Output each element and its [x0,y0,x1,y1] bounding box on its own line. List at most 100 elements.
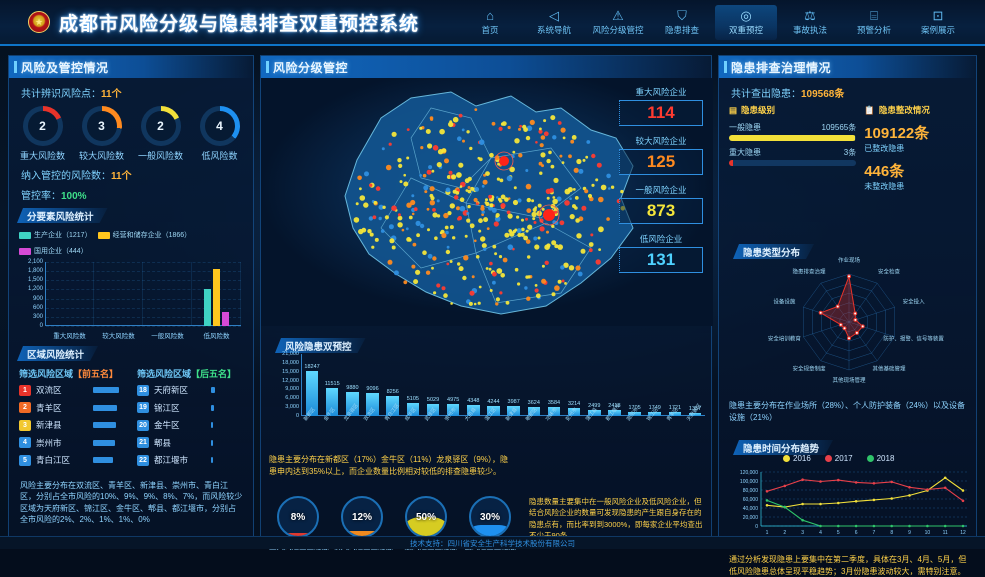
radar-axis-label: 其他基础管理 [872,365,906,373]
bar-ytick: 2,100 [27,259,43,265]
nav-item-label: 预警分析 [856,24,891,35]
risk-counters: 重大风险企业 114 较大风险企业 125 一般风险企业 873 低风险企业 1… [619,86,703,282]
shield-icon: ⛉ [677,7,687,23]
radar-axis-label: 作业现场 [838,256,861,264]
radar-note: 隐患主要分布在作业场所（28%）、个人防护装备（24%）以及设备设施（21%） [729,401,966,422]
legend-dot [866,455,874,462]
legend-item-0: 生产企业（1217） [19,230,92,240]
region-bar [211,457,213,463]
bar-ytick: 1,200 [27,286,43,293]
region-row[interactable]: 4 崇州市 [19,437,129,449]
nav-item-0[interactable]: ⌂ 首页 [459,5,521,40]
region-bottom-title-text: 筛选风险区域 [137,369,192,379]
legend-dot [783,455,790,462]
region-top-col: 筛选风险区域【前五名】 1 双流区 2 青羊区 3 新津县 4 崇州市 5 青白… [19,367,129,472]
region-rank: 22 [137,454,149,466]
level-value: 109565条 [821,123,857,132]
nav-item-2[interactable]: ⚠ 风险分级管控 [587,5,649,40]
region-bar [93,457,113,463]
nav-item-4[interactable]: ◎ 双重预控 [715,4,777,40]
home-icon: ⌂ [486,7,494,23]
line-svg: 120,000 100,000 80,000 60,000 40,000 20,… [740,470,967,536]
hazard-inspection-panel: 隐患排查治理情况 共计查出隐患：109568条 ▤ 隐患级别 一般隐患 10956… [718,55,977,576]
nav-item-7[interactable]: ⊡ 案例展示 [907,5,969,40]
nav-item-5[interactable]: ⚖ 事故执法 [779,5,841,40]
risk-total-value: 11个 [101,89,122,100]
bar-ytick: 300 [32,313,43,320]
document-icon: ⊡ [932,7,944,23]
hazard-total-line: 共计查出隐患：109568条 [719,78,976,100]
region-top-title: 筛选风险区域【前五名】 [19,367,129,380]
level-bar [729,160,733,166]
region-name: 天府新区 [154,385,189,395]
region-row[interactable]: 19 锦江区 [137,402,247,414]
ring-label: 低风险数 [201,151,238,161]
gauge-note: 隐患数量主要集中在一般风险企业及低风险企业，但结合风险企业的数量可发现隐患的产生… [529,497,703,540]
unrectified-value: 446条 [864,163,905,180]
center-note: 隐患主要分布在新都区（17%）金牛区（11%）龙泉驿区（9%），隐患申内达到35… [269,455,508,476]
hazard-bar-chart: 21,000 18,000 15,000 12,000 9,000 6,000 3,000 0… [267,351,707,447]
legend-swatch [19,231,31,239]
region-stats-subtitle: 区域风险统计 [17,346,98,361]
ring-label: 重大风险数 [19,151,65,161]
risk-rings: 2 重大风险数 3 较大风险数 2 一般风险数 4 低风险数 [9,100,253,162]
region-row[interactable]: 2 青羊区 [19,402,129,414]
region-rank: 1 [19,384,31,396]
line-ytick: 100,000 [740,479,758,485]
bar-segment [212,269,220,326]
bar-column [45,262,94,326]
legend-label: 国用企业（444） [34,248,88,255]
region-row[interactable]: 18 天府新区 [137,384,247,396]
legend-dot [824,455,832,462]
left-note: 风险主要分布在双流区、青羊区、新津县、崇州市、青白江区，分别占全市风险的10%、… [20,480,243,525]
midbar-value: 5029 [426,396,440,403]
bars-icon: ▤ [729,104,738,115]
bar-ytick: 1,800 [27,268,43,275]
radar-axis-label: 安全检查 [878,267,901,275]
factor-stats-subtitle: 分要素风险统计 [17,208,108,223]
region-bar [211,404,214,411]
ring-donut: 2 [140,106,181,146]
risk-ring-0: 2 重大风险数 [16,106,70,162]
region-row[interactable]: 1 双流区 [19,384,129,396]
controlled-value: 11个 [111,171,132,182]
region-bar [211,387,215,393]
bar-ytick: 1,500 [27,277,43,284]
ring-donut: 3 [81,106,122,146]
hazard-total-value: 109568条 [801,89,845,100]
region-row[interactable]: 20 金牛区 [137,419,247,431]
clipboard-icon: 📋 [864,104,875,115]
region-lists: 筛选风险区域【前五名】 1 双流区 2 青羊区 3 新津县 4 崇州市 5 青白… [9,363,253,472]
hazard-level-1: 重大隐患 3条 [729,147,857,166]
midbar-ytick: 15,000 [282,368,299,375]
counter-value: 114 [619,100,703,126]
region-row[interactable]: 21 郫县 [137,437,247,449]
bar-xtick: 一般风险数 [151,333,184,340]
region-row[interactable]: 3 新津县 [19,419,129,431]
gavel-icon: ⚖ [804,7,816,23]
nav-item-3[interactable]: ⛉ 隐患排查 [651,5,713,40]
region-name: 郫县 [154,437,172,448]
region-row[interactable]: 22 都江堰市 [137,454,247,466]
nav-item-label: 双重预控 [728,24,763,35]
line-ytick: 120,000 [740,470,758,476]
nav-item-6[interactable]: ⌸ 预警分析 [843,5,905,40]
level-bar [729,135,855,141]
legend-entry: 2016 [783,454,811,463]
nav-item-1[interactable]: ◁ 系统导航 [523,5,585,40]
ring-value: 2 [157,119,164,133]
ring-value: 4 [216,119,223,133]
hazard-total-label: 共计查出隐患： [731,89,801,100]
risk-total-line: 共计辨识风险点：11个 [9,78,253,100]
region-row[interactable]: 5 青白江区 [19,454,129,466]
risk-total-label: 共计辨识风险点： [21,89,101,100]
page-title: 成都市风险分级与隐患排查双重预控系统 [59,13,420,35]
midbar-xlabels: 新都区 金牛区 龙泉驿区 双流区 青白江区 成华区 武侯区 崇州市 大邑县 温江区 新津县 郫都区 邛崃… [302,403,705,425]
hazard-trend-line-chart: 2016 2017 2018 120,000 100,000 80,000 60,0… [723,454,975,542]
center-panel-title: 风险分级管控 [261,56,711,78]
legend-entry: 2018 [866,454,894,463]
app-header: 成都市风险分级与隐患排查双重预控系统 ⌂ 首页 ◁ 系统导航 ⚠ 风险分级管控 … [0,0,985,46]
nav-item-label: 系统导航 [536,24,571,35]
rectify-title-text: 隐患整改情况 [878,105,930,115]
rate-label: 管控率： [21,191,61,202]
